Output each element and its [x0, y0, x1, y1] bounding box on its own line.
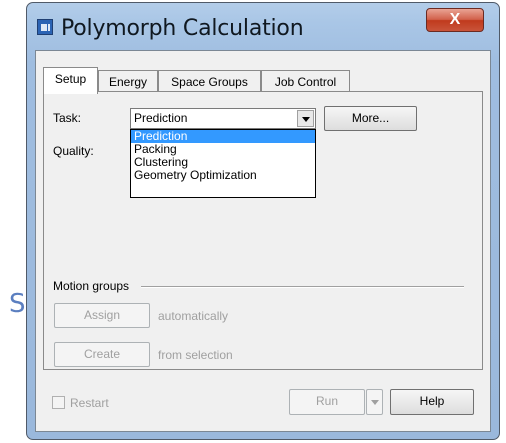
stray-glyph: S — [9, 289, 26, 319]
chevron-down-icon — [302, 117, 310, 122]
assign-caption: automatically — [158, 309, 229, 323]
polymorph-dialog: Polymorph Calculation X Setup Energy Spa… — [26, 2, 500, 440]
close-button[interactable]: X — [426, 8, 484, 32]
window-title: Polymorph Calculation — [61, 16, 304, 41]
dialog-client-area: Setup Energy Space Groups Job Control Ta… — [35, 50, 491, 432]
create-button[interactable]: Create — [54, 342, 150, 367]
motion-groups-divider — [141, 286, 464, 288]
help-button[interactable]: Help — [390, 389, 474, 415]
task-label: Task: — [53, 111, 82, 125]
assign-button[interactable]: Assign — [54, 303, 150, 328]
task-dropdown-list: Prediction Packing Clustering Geometry O… — [130, 129, 316, 198]
restart-label: Restart — [70, 396, 109, 410]
run-button[interactable]: Run — [289, 389, 365, 415]
chevron-down-icon — [371, 400, 379, 405]
dropdown-arrow-button[interactable] — [297, 110, 314, 127]
create-caption: from selection — [158, 348, 233, 362]
task-option-geometry-optimization[interactable]: Geometry Optimization — [131, 169, 315, 182]
more-button[interactable]: More... — [324, 106, 417, 131]
motion-groups-label: Motion groups — [53, 279, 130, 293]
restart-checkbox[interactable] — [52, 396, 65, 409]
app-window-icon — [37, 19, 53, 35]
task-select[interactable]: Prediction — [130, 108, 316, 129]
tab-setup[interactable]: Setup — [43, 67, 98, 94]
task-select-value: Prediction — [134, 111, 188, 125]
run-options-button[interactable] — [366, 389, 383, 415]
quality-label: Quality: — [53, 144, 94, 158]
